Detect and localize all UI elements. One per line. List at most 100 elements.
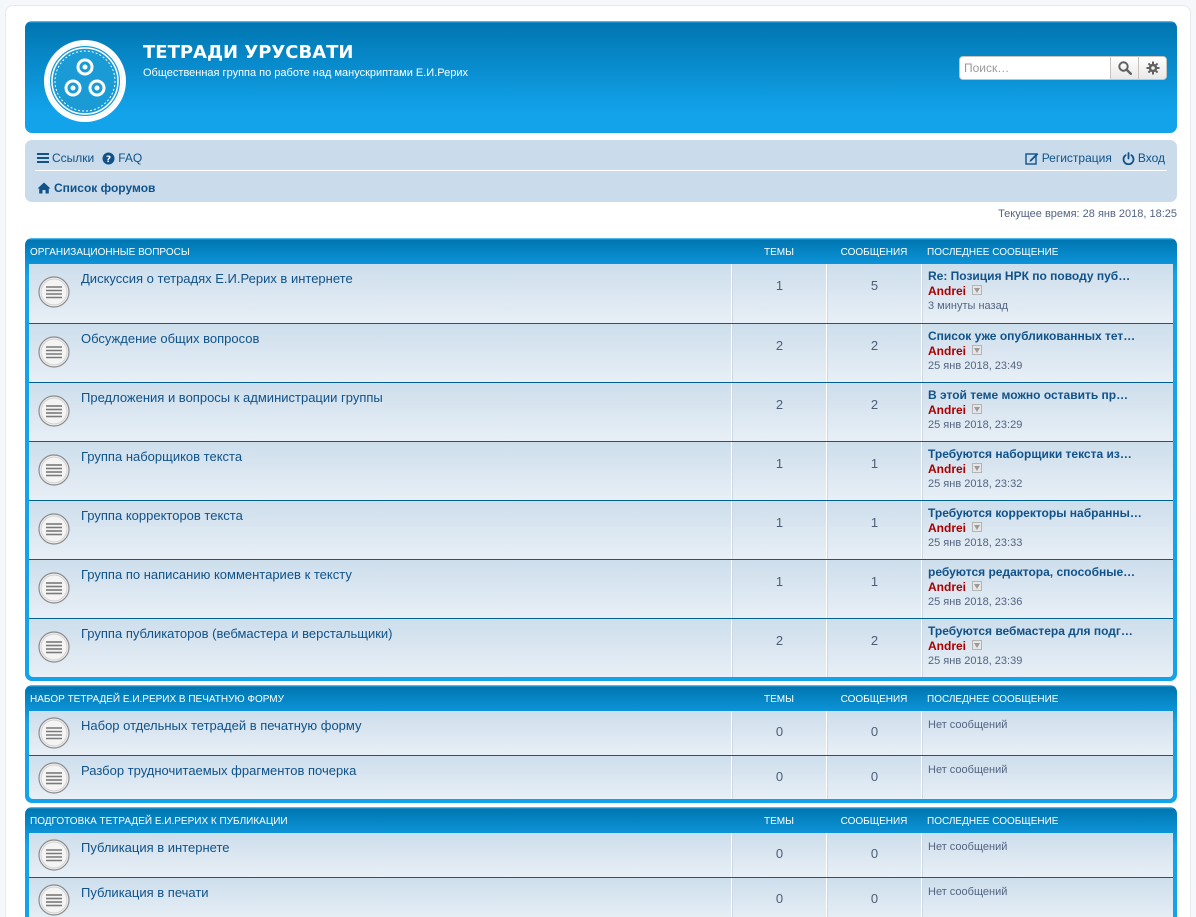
register-link[interactable]: Регистрация — [1024, 151, 1112, 165]
forum-topics-count: 0 — [732, 878, 827, 917]
view-latest-post-icon[interactable] — [966, 284, 983, 298]
forum-title-link[interactable]: Набор отдельных тетрадей в печатную форм… — [81, 718, 362, 733]
forum-title-link[interactable]: Обсуждение общих вопросов — [81, 331, 259, 346]
category-title[interactable]: ОРГАНИЗАЦИОННЫЕ ВОПРОСЫ — [29, 245, 729, 258]
forum-title-link[interactable]: Дискуссия о тетрадях Е.И.Рерих в интерне… — [81, 271, 353, 286]
no-posts-text: Нет сообщений — [928, 841, 1008, 853]
no-posts-text: Нет сообщений — [928, 886, 1008, 898]
forum-list: Набор отдельных тетрадей в печатную форм… — [29, 711, 1173, 799]
last-post-author-name[interactable]: Andrei — [928, 462, 966, 476]
last-post-author-name[interactable]: Andrei — [928, 344, 966, 358]
last-post-author-name[interactable]: Andrei — [928, 580, 966, 594]
view-latest-post-icon[interactable] — [966, 403, 983, 417]
forum-title-link[interactable]: Группа по написанию комментариев к текст… — [81, 567, 352, 582]
last-post-title-link[interactable]: Re: Позиция НРК по поводу пуб… — [928, 269, 1173, 283]
breadcrumb-forum-index[interactable]: Список форумов — [37, 181, 155, 195]
last-post-time: 25 янв 2018, 23:39 — [928, 655, 1023, 667]
view-latest-post-icon[interactable] — [966, 580, 983, 594]
forum-read-icon — [38, 884, 70, 916]
forum-posts-count: 1 — [827, 560, 922, 618]
forum-read-icon — [38, 395, 70, 427]
forum-title-link[interactable]: Предложения и вопросы к администрации гр… — [81, 390, 383, 405]
forum-posts-count: 0 — [827, 711, 922, 755]
last-post-author-name[interactable]: Andrei — [928, 521, 966, 535]
last-post-author[interactable]: Andrei — [928, 344, 1173, 358]
quick-links-menu[interactable]: Ссылки — [37, 151, 94, 165]
search-input[interactable] — [960, 57, 1110, 79]
site-logo[interactable] — [44, 40, 126, 122]
forum-read-icon — [38, 717, 70, 749]
login-link[interactable]: Вход — [1122, 151, 1165, 165]
last-post-author[interactable]: Andrei — [928, 284, 1173, 298]
site-title[interactable]: ТЕТРАДИ УРУСВАТИ — [143, 42, 354, 63]
category-title[interactable]: НАБОР ТЕТРАДЕЙ Е.И.РЕРИХ В ПЕЧАТНУЮ ФОРМ… — [29, 692, 729, 705]
category-header: ОРГАНИЗАЦИОННЫЕ ВОПРОСЫ ТЕМЫ СООБЩЕНИЯ ПОСЛ… — [29, 238, 1173, 264]
forum-row: Обсуждение общих вопросов 2 2 Список уже оп… — [29, 323, 1173, 382]
faq-link[interactable]: ? FAQ — [102, 151, 142, 165]
view-latest-post-icon[interactable] — [966, 462, 983, 476]
forum-topics-count: 1 — [732, 264, 827, 323]
forum-last-post-cell: Требуются корректоры набранны… Andrei 25 я… — [922, 501, 1173, 559]
forum-title-cell: Публикация в интернете — [29, 833, 732, 877]
last-post-time: 25 янв 2018, 23:32 — [928, 478, 1023, 490]
last-post-title-link[interactable]: Требуются вебмастера для подг… — [928, 624, 1173, 638]
view-latest-post-icon[interactable] — [966, 344, 983, 358]
site-description: Общественная группа по работе над мануск… — [143, 67, 468, 79]
advanced-search-button[interactable] — [1138, 57, 1166, 79]
forum-title-link[interactable]: Публикация в печати — [81, 885, 209, 900]
forum-posts-count: 2 — [827, 383, 922, 441]
forum-category: ОРГАНИЗАЦИОННЫЕ ВОПРОСЫ ТЕМЫ СООБЩЕНИЯ ПОСЛ… — [25, 238, 1177, 681]
forum-topics-count: 2 — [732, 324, 827, 382]
no-posts-text: Нет сообщений — [928, 764, 1008, 776]
last-post-title-link[interactable]: Список уже опубликованных тет… — [928, 329, 1173, 343]
forum-posts-count: 1 — [827, 442, 922, 500]
forum-title-link[interactable]: Группа корректоров текста — [81, 508, 243, 523]
login-label: Вход — [1137, 151, 1165, 165]
last-post-author[interactable]: Andrei — [928, 639, 1173, 653]
last-post-author-name[interactable]: Andrei — [928, 284, 966, 298]
last-post-author[interactable]: Andrei — [928, 403, 1173, 417]
category-header: ПОДГОТОВКА ТЕТРАДЕЙ Е.И.РЕРИХ К ПУБЛИКАЦ… — [29, 807, 1173, 833]
last-post-time: 25 янв 2018, 23:36 — [928, 596, 1023, 608]
last-post-time: 25 янв 2018, 23:49 — [928, 360, 1023, 372]
forum-last-post-cell: Нет сообщений — [922, 711, 1173, 755]
forum-title-link[interactable]: Публикация в интернете — [81, 840, 230, 855]
home-icon — [37, 182, 51, 194]
forum-last-post-cell: Требуются наборщики текста из… Andrei 25 я… — [922, 442, 1173, 500]
forum-row: Дискуссия о тетрадях Е.И.Рерих в интерне… — [29, 264, 1173, 323]
edit-icon — [1024, 152, 1038, 165]
last-post-author-name[interactable]: Andrei — [928, 403, 966, 417]
search-button[interactable] — [1110, 57, 1138, 79]
view-latest-post-icon[interactable] — [966, 639, 983, 653]
forum-row: Группа корректоров текста 1 1 Требуются кор… — [29, 500, 1173, 559]
forum-posts-count: 2 — [827, 619, 922, 677]
forum-title-link[interactable]: Группа наборщиков текста — [81, 449, 242, 464]
forum-title-link[interactable]: Группа публикаторов (вебмастера и верста… — [81, 626, 392, 641]
forum-title-cell: Группа наборщиков текста — [29, 442, 732, 500]
last-post-title-link[interactable]: ребуются редактора, способные… — [928, 565, 1173, 579]
question-circle-icon: ? — [102, 152, 115, 165]
column-header-posts: СООБЩЕНИЯ — [840, 693, 908, 705]
forum-title-link[interactable]: Разбор трудночитаемых фрагментов почерка — [81, 763, 356, 778]
view-latest-post-icon[interactable] — [966, 521, 983, 535]
forum-posts-count: 0 — [827, 756, 922, 799]
last-post-author[interactable]: Andrei — [928, 580, 1173, 594]
forum-read-icon — [38, 336, 70, 368]
forum-topics-count: 1 — [732, 442, 827, 500]
column-header-last-post: ПОСЛЕДНЕЕ СООБЩЕНИЕ — [927, 815, 1059, 827]
category-header: НАБОР ТЕТРАДЕЙ Е.И.РЕРИХ В ПЕЧАТНУЮ ФОРМ… — [29, 685, 1173, 711]
forum-read-icon — [38, 513, 70, 545]
last-post-author-name[interactable]: Andrei — [928, 639, 966, 653]
navbar: Ссылки ? FAQ Регистрация Вход Список фор… — [25, 140, 1177, 202]
column-header-topics: ТЕМЫ — [764, 815, 794, 827]
no-posts-text: Нет сообщений — [928, 719, 1008, 731]
forum-posts-count: 0 — [827, 833, 922, 877]
category-title[interactable]: ПОДГОТОВКА ТЕТРАДЕЙ Е.И.РЕРИХ К ПУБЛИКАЦ… — [29, 814, 729, 827]
last-post-title-link[interactable]: В этой теме можно оставить пр… — [928, 388, 1173, 402]
last-post-author[interactable]: Andrei — [928, 521, 1173, 535]
last-post-author[interactable]: Andrei — [928, 462, 1173, 476]
last-post-title-link[interactable]: Требуются корректоры набранны… — [928, 506, 1173, 520]
forum-last-post-cell: Нет сообщений — [922, 878, 1173, 917]
last-post-title-link[interactable]: Требуются наборщики текста из… — [928, 447, 1173, 461]
forum-row: Группа наборщиков текста 1 1 Требуются набо… — [29, 441, 1173, 500]
